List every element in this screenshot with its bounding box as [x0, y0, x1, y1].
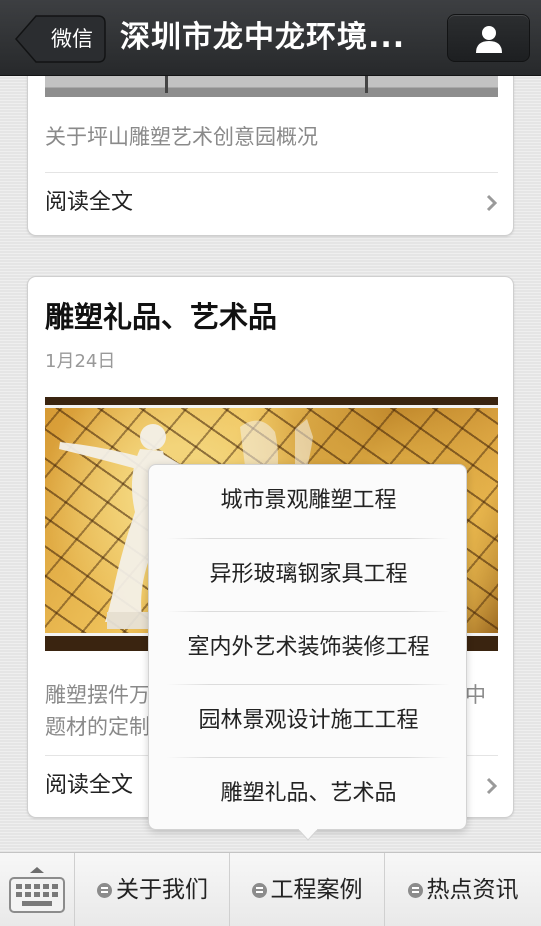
submenu-item[interactable]: 城市景观雕塑工程	[149, 465, 468, 537]
submenu-item[interactable]: 室内外艺术装饰装修工程	[149, 612, 468, 684]
menu-tab-label: 工程案例	[270, 877, 363, 903]
menu-icon	[251, 883, 267, 898]
profile-button[interactable]	[447, 14, 530, 62]
bottom-menu-bar: 关于我们 工程案例 热点资讯	[0, 852, 541, 926]
back-button[interactable]: 微信	[14, 15, 106, 63]
menu-tab-about[interactable]: 关于我们	[76, 853, 230, 926]
article-summary: 关于坪山雕塑艺术创意园概况	[45, 125, 318, 149]
keyboard-toggle-button[interactable]	[0, 853, 75, 926]
menu-tab-cases[interactable]: 工程案例	[230, 853, 385, 926]
back-button-label: 微信	[51, 27, 93, 51]
read-more-link[interactable]: 阅读全文	[45, 173, 498, 233]
submenu-item[interactable]: 雕塑礼品、艺术品	[149, 758, 468, 830]
popup-pointer	[298, 829, 318, 841]
chevron-right-icon	[486, 777, 498, 795]
menu-tab-label: 关于我们	[116, 877, 208, 903]
submenu-item[interactable]: 园林景观设计施工工程	[149, 685, 468, 757]
read-more-label: 阅读全文	[45, 773, 134, 798]
keyboard-icon	[9, 867, 65, 913]
submenu-item[interactable]: 异形玻璃钢家具工程	[149, 539, 468, 611]
person-icon	[476, 26, 502, 53]
chevron-right-icon	[486, 194, 498, 212]
menu-tab-label: 热点资讯	[426, 877, 519, 903]
article-title: 雕塑礼品、艺术品	[45, 300, 278, 334]
submenu-popup: 城市景观雕塑工程 异形玻璃钢家具工程 室内外艺术装饰装修工程 园林景观设计施工工…	[148, 464, 467, 830]
page-title: 深圳市龙中龙环境...	[120, 20, 406, 55]
top-navbar: 微信 深圳市龙中龙环境...	[0, 0, 541, 76]
menu-icon	[97, 883, 112, 898]
read-more-label: 阅读全文	[45, 190, 134, 215]
menu-tab-news[interactable]: 热点资讯	[385, 853, 541, 926]
article-card[interactable]: 关于坪山雕塑艺术创意园概况 阅读全文	[27, 52, 514, 236]
article-date: 1月24日	[45, 351, 116, 372]
menu-icon	[407, 883, 423, 898]
